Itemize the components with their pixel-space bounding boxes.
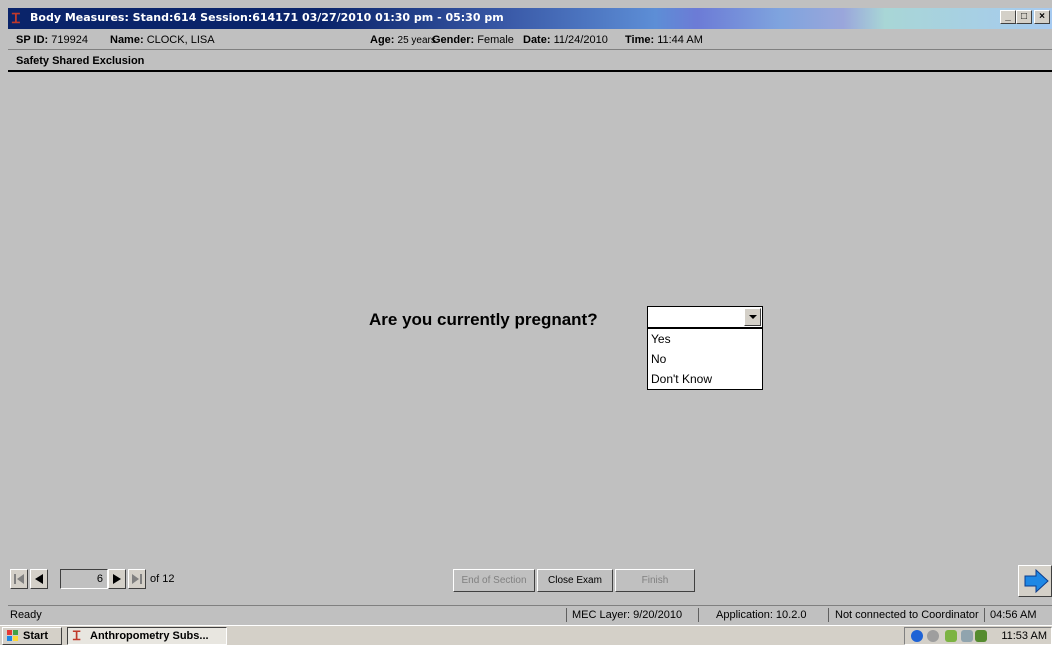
last-page-button[interactable] [128,569,146,589]
page-number-field[interactable]: 6 [60,569,108,589]
security-icon[interactable] [975,630,987,642]
window-title: Body Measures: Stand:614 Session:614171 … [30,11,504,24]
section-divider [8,70,1052,72]
system-tray: 11:53 AM [904,627,1052,645]
participant-info-bar: SP ID: 719924 Name: CLOCK, LISA Age: 25 … [8,30,1052,50]
app-icon: Ɪ [73,628,81,643]
status-separator [566,608,567,622]
first-page-button[interactable] [10,569,28,589]
option-yes[interactable]: Yes [648,329,762,349]
taskbar-clock: 11:53 AM [1001,630,1047,642]
connection-icon[interactable] [961,630,973,642]
status-mec-layer: MEC Layer: 9/20/2010 [572,609,683,621]
window-controls: _ □ × [1000,10,1050,24]
finish-button[interactable]: Finish [615,569,695,592]
shield-icon[interactable] [945,630,957,642]
end-of-section-button[interactable]: End of Section [453,569,535,592]
last-page-icon [132,574,142,584]
participant-age: Age: 25 years [370,34,436,46]
taskbar: Start Ɪ Anthropometry Subs... 11:53 AM [0,625,1052,645]
taskbar-app-label: Anthropometry Subs... [90,630,209,642]
option-dont-know[interactable]: Don't Know [648,369,762,389]
status-time: 04:56 AM [990,609,1037,621]
app-icon: Ɪ [12,10,20,26]
option-no[interactable]: No [648,349,762,369]
maximize-button[interactable]: □ [1016,10,1032,24]
status-application: Application: 10.2.0 [716,609,807,621]
previous-page-icon [35,574,43,584]
network-icon[interactable] [911,630,923,642]
start-label: Start [23,630,49,642]
participant-gender: Gender: Female [432,34,514,46]
pregnancy-options-list: Yes No Don't Know [647,328,763,390]
pregnancy-select[interactable] [647,306,763,328]
arrow-right-icon [1024,568,1049,594]
clock-sync-icon[interactable] [927,630,939,642]
question-text: Are you currently pregnant? [369,310,598,329]
status-separator [984,608,985,622]
close-button[interactable]: × [1034,10,1050,24]
next-page-button[interactable] [108,569,126,589]
next-page-icon [113,574,121,584]
status-separator [698,608,699,622]
first-page-icon [14,574,24,584]
windows-logo-icon [7,630,18,641]
exam-date: Date: 11/24/2010 [523,34,608,46]
page-count: of 12 [150,573,175,585]
section-title: Safety Shared Exclusion [16,55,145,67]
status-ready: Ready [10,609,42,621]
start-button[interactable]: Start [2,627,62,645]
window-title-bar[interactable]: Ɪ Body Measures: Stand:614 Session:61417… [8,8,1052,29]
close-exam-button[interactable]: Close Exam [537,569,613,592]
next-section-button[interactable] [1018,565,1052,597]
minimize-button[interactable]: _ [1000,10,1016,24]
sp-id: SP ID: 719924 [16,34,88,46]
taskbar-app-button[interactable]: Ɪ Anthropometry Subs... [67,627,227,645]
previous-page-button[interactable] [30,569,48,589]
chevron-down-icon[interactable] [744,308,761,326]
participant-name: Name: CLOCK, LISA [110,34,215,46]
exam-time: Time: 11:44 AM [625,34,703,46]
status-separator [828,608,829,622]
status-bar: Ready MEC Layer: 9/20/2010 Application: … [8,605,1052,624]
status-coordinator: Not connected to Coordinator [835,609,979,621]
